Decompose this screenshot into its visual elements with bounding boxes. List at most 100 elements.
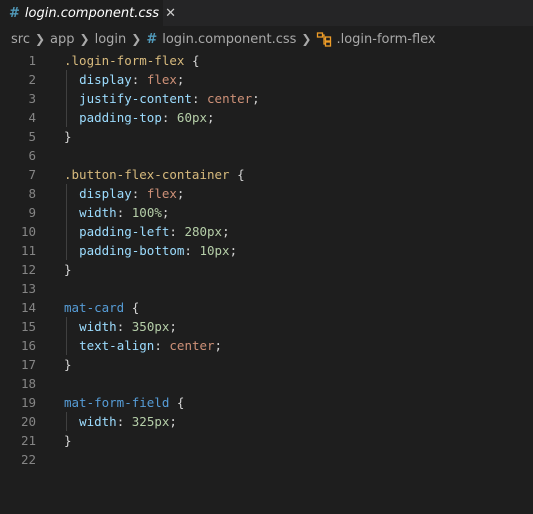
code-line[interactable]: 16 text-align: center; (0, 336, 533, 355)
css-property: display (79, 186, 132, 201)
tab-bar: # login.component.css ✕ (0, 0, 533, 26)
code-line[interactable]: 22 (0, 450, 533, 469)
line-code: } (64, 127, 72, 146)
css-property: padding-bottom (79, 243, 185, 258)
breadcrumb-item-symbol[interactable]: .login-form-flex (336, 32, 435, 47)
css-punctuation: : (116, 319, 132, 334)
code-line[interactable]: 8 display: flex; (0, 184, 533, 203)
code-line[interactable]: 17} (0, 355, 533, 374)
css-punctuation: { (184, 53, 200, 68)
css-punctuation: ; (169, 319, 177, 334)
css-punctuation: ; (207, 110, 215, 125)
code-line[interactable]: 13 (0, 279, 533, 298)
line-number: 22 (20, 452, 36, 467)
css-punctuation: : (154, 338, 170, 353)
css-element-selector: mat-card (64, 300, 125, 315)
chevron-right-icon: ❯ (131, 32, 142, 46)
line-code: padding-left: 280px; (64, 222, 230, 241)
css-punctuation (64, 414, 79, 429)
css-punctuation: ; (214, 338, 223, 353)
css-punctuation: : (184, 243, 200, 258)
css-punctuation: } (64, 262, 72, 277)
code-line[interactable]: 2 display: flex; (0, 70, 533, 89)
line-code: mat-card { (64, 298, 139, 317)
css-property: justify-content (79, 91, 192, 106)
line-number: 12 (20, 262, 36, 277)
code-line[interactable]: 15 width: 350px; (0, 317, 533, 336)
code-line[interactable]: 21} (0, 431, 533, 450)
line-code: width: 325px; (64, 412, 177, 431)
line-code: .login-form-flex { (64, 51, 199, 70)
code-line[interactable]: 18 (0, 374, 533, 393)
line-code: display: flex; (64, 70, 184, 89)
code-line[interactable]: 12} (0, 260, 533, 279)
css-punctuation (64, 110, 79, 125)
line-code: width: 100%; (64, 203, 169, 222)
code-line[interactable]: 11 padding-bottom: 10px; (0, 241, 533, 260)
css-punctuation: : (131, 72, 147, 87)
css-property: padding-left (79, 224, 170, 239)
css-selector: .button-flex-container (64, 167, 230, 182)
css-punctuation: : (161, 110, 177, 125)
close-icon[interactable]: ✕ (165, 7, 176, 20)
css-punctuation: : (131, 186, 147, 201)
code-editor[interactable]: 1 .login-form-flex {2 display: flex; 3 jus… (0, 51, 533, 469)
code-line[interactable]: 4 padding-top: 60px; (0, 108, 533, 127)
line-code: width: 350px; (64, 317, 177, 336)
code-line[interactable]: 20 width: 325px; (0, 412, 533, 431)
css-property: text-align (79, 338, 155, 353)
line-number: 13 (20, 281, 36, 296)
css-property: width (79, 205, 117, 220)
code-line[interactable]: 19 mat-form-field { (0, 393, 533, 412)
chevron-right-icon: ❯ (34, 32, 46, 46)
tab-login-component-css[interactable]: # login.component.css ✕ (0, 0, 176, 26)
css-property: padding-top (79, 110, 162, 125)
code-line[interactable]: 1 .login-form-flex { (0, 51, 533, 70)
css-punctuation: ; (229, 243, 238, 258)
line-number: 10 (20, 224, 36, 239)
css-value: flex (146, 186, 177, 201)
line-number: 3 (28, 91, 36, 106)
css-number: 325px (131, 414, 170, 429)
breadcrumb-item-src[interactable]: src (11, 32, 30, 47)
css-number: 100% (131, 205, 162, 220)
line-number: 14 (20, 300, 36, 315)
breadcrumb-item-login[interactable]: login (95, 32, 127, 47)
css-punctuation: ; (176, 72, 185, 87)
css-punctuation: : (116, 414, 132, 429)
code-line[interactable]: 7 .button-flex-container { (0, 165, 533, 184)
line-code: padding-bottom: 10px; (64, 241, 237, 260)
css-punctuation: : (169, 224, 185, 239)
line-number: 2 (28, 72, 36, 87)
css-punctuation: } (64, 129, 72, 144)
css-punctuation: } (64, 433, 72, 448)
css-number: 350px (131, 319, 170, 334)
css-punctuation: : (191, 91, 208, 106)
line-code: } (64, 355, 72, 374)
css-value: flex (146, 72, 177, 87)
chevron-right-icon: ❯ (79, 32, 90, 46)
code-line[interactable]: 14 mat-card { (0, 298, 533, 317)
line-number: 7 (28, 167, 36, 182)
code-line[interactable]: 3 justify-content: center; (0, 89, 533, 108)
css-punctuation: ; (169, 414, 177, 429)
css-file-icon: # (146, 31, 158, 47)
code-line[interactable]: 10 padding-left: 280px; (0, 222, 533, 241)
line-code: padding-top: 60px; (64, 108, 215, 127)
line-code: text-align: center; (64, 336, 222, 355)
line-number: 20 (20, 414, 36, 429)
css-property: width (79, 414, 117, 429)
code-line[interactable]: 5} (0, 127, 533, 146)
line-number: 17 (20, 357, 36, 372)
css-punctuation (64, 186, 79, 201)
css-property: width (79, 319, 117, 334)
css-punctuation: { (229, 167, 245, 182)
breadcrumb-item-file[interactable]: login.component.css (162, 32, 296, 47)
line-code: justify-content: center; (64, 89, 260, 108)
breadcrumb-item-app[interactable]: app (50, 32, 74, 47)
code-line[interactable]: 6 (0, 146, 533, 165)
css-property: display (79, 72, 132, 87)
line-number: 4 (28, 110, 36, 125)
line-number: 8 (28, 186, 36, 201)
code-line[interactable]: 9 width: 100%; (0, 203, 533, 222)
